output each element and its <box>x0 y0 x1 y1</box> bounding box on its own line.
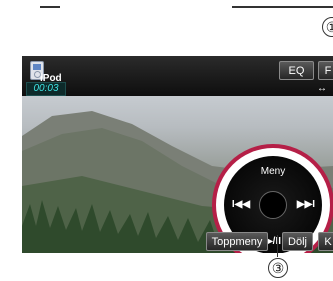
eq-button[interactable]: EQ <box>279 61 314 80</box>
callout-3: ③ <box>268 258 288 278</box>
callout-1: ① <box>322 17 333 37</box>
video-scene: Meny I◀◀ ▶▶I ▶/II Toppmeny Dölj K <box>22 96 333 253</box>
select-button[interactable] <box>259 191 287 219</box>
top-bar: iPod 00:03 EQ F ↔ <box>22 56 333 96</box>
resize-arrows-icon[interactable]: ↔ <box>317 83 333 94</box>
header-rule-left <box>40 6 60 8</box>
callout-3-leader <box>277 235 278 257</box>
next-track-button[interactable]: ▶▶I <box>292 199 320 210</box>
menu-button[interactable]: Meny <box>256 166 290 177</box>
elapsed-time: 00:03 <box>26 82 66 96</box>
device-screen: iPod 00:03 EQ F ↔ Meny I◀◀ ▶▶I ▶/II Topp <box>22 56 333 253</box>
hide-button[interactable]: Dölj <box>282 232 313 251</box>
k-button[interactable]: K <box>318 232 333 251</box>
f-button[interactable]: F <box>318 61 333 80</box>
header-rule-right <box>232 6 333 8</box>
prev-track-button[interactable]: I◀◀ <box>228 199 254 210</box>
top-menu-button[interactable]: Toppmeny <box>206 232 268 251</box>
